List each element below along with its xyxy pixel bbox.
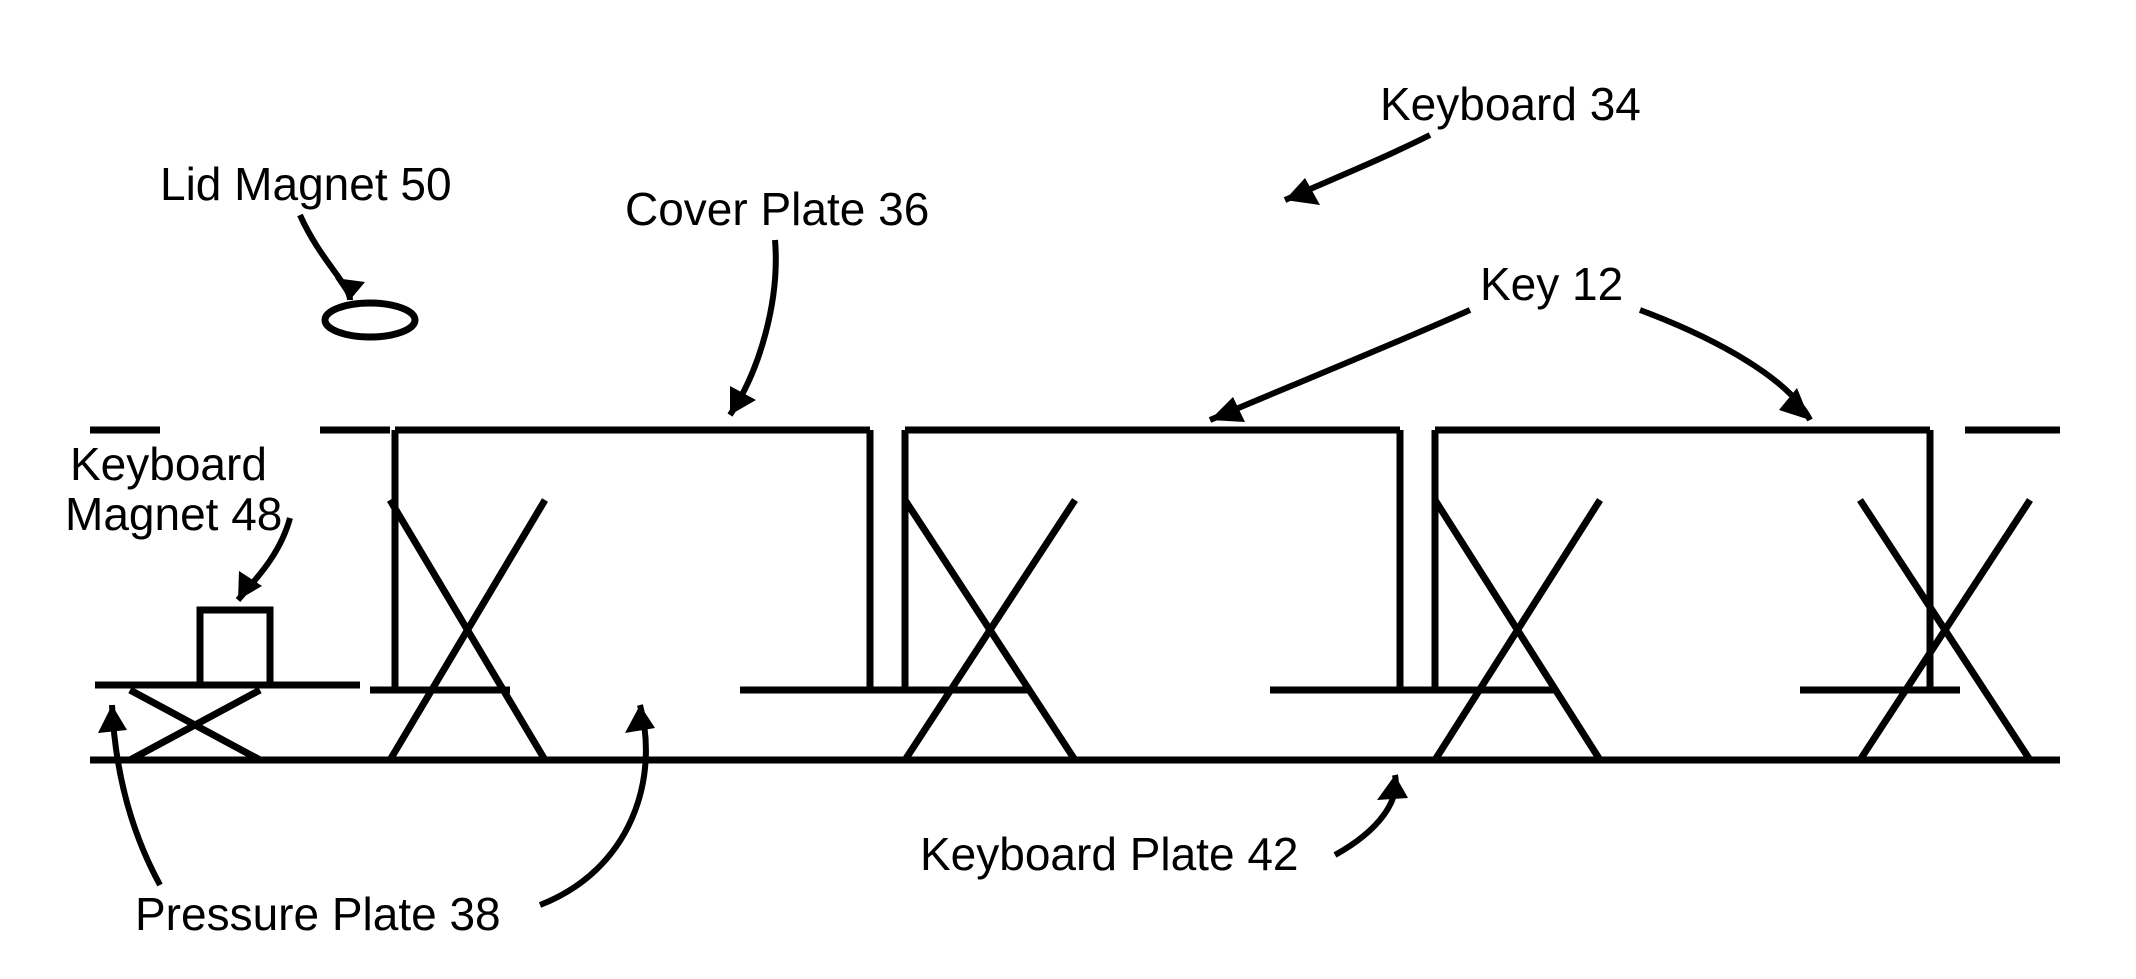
label-pressure-plate: Pressure Plate 38 bbox=[135, 888, 501, 940]
arrowhead-keyboard-plate bbox=[1377, 775, 1408, 800]
key-2 bbox=[880, 430, 1430, 760]
key-1 bbox=[370, 430, 900, 760]
arrowhead-lid-magnet bbox=[335, 278, 365, 300]
lid-magnet bbox=[325, 303, 415, 337]
label-kbd-magnet-1: Keyboard bbox=[70, 438, 267, 490]
leader-pressure-plate-2 bbox=[540, 705, 646, 905]
leader-pressure-plate bbox=[112, 705, 160, 885]
label-cover-plate: Cover Plate 36 bbox=[625, 183, 929, 235]
arrowhead-pressure-plate-2 bbox=[625, 705, 655, 733]
key-3 bbox=[1410, 430, 2030, 760]
label-key: Key 12 bbox=[1480, 258, 1623, 310]
label-keyboard: Keyboard 34 bbox=[1380, 78, 1641, 130]
leader-key-left bbox=[1210, 310, 1470, 420]
label-kbd-magnet-2: Magnet 48 bbox=[65, 488, 282, 540]
arrowhead-pressure-plate bbox=[98, 705, 127, 733]
magnet-assembly bbox=[95, 610, 360, 760]
label-keyboard-plate: Keyboard Plate 42 bbox=[920, 828, 1299, 880]
label-lid-magnet: Lid Magnet 50 bbox=[160, 158, 452, 210]
keyboard-diagram: Lid Magnet 50 Cover Plate 36 Keyboard 34… bbox=[0, 0, 2136, 979]
leader-cover-plate bbox=[730, 240, 776, 415]
arrowhead-key-right bbox=[1779, 388, 1810, 420]
